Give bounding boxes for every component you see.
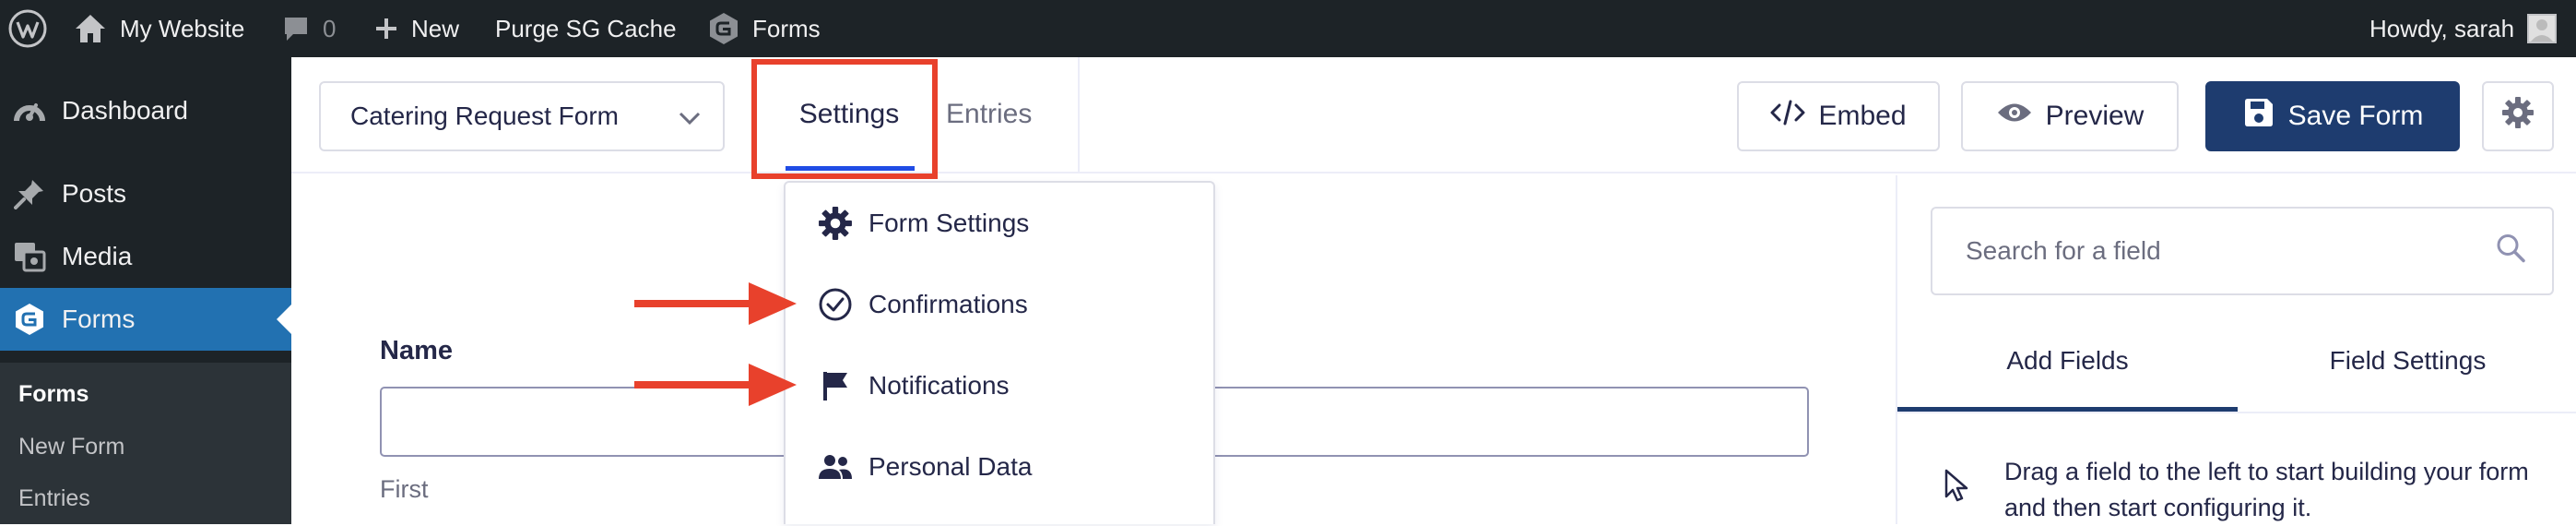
arrow-right-icon — [634, 364, 797, 406]
sidebar-item-posts[interactable]: Posts — [0, 162, 291, 225]
preview-button[interactable]: Preview — [1961, 81, 2179, 151]
tab-add-fields[interactable]: Add Fields — [1897, 310, 2238, 412]
menu-item-label: Personal Data — [869, 452, 1033, 481]
menu-item-confirmations[interactable]: Confirmations — [786, 264, 1213, 345]
menu-item-notifications[interactable]: Notifications — [786, 345, 1213, 426]
search-icon — [2495, 233, 2526, 270]
field-search-placeholder: Search for a field — [1966, 236, 2161, 265]
wordpress-logo-icon[interactable] — [7, 0, 48, 57]
tab-field-settings[interactable]: Field Settings — [2238, 310, 2576, 412]
dashboard-icon — [13, 94, 46, 127]
cursor-pointer-icon — [1944, 469, 1971, 507]
floppy-disk-icon — [2242, 96, 2275, 137]
eye-icon — [1996, 101, 2033, 132]
field-search-input[interactable]: Search for a field — [1931, 207, 2554, 295]
avatar — [2527, 14, 2558, 43]
forms-label: Forms — [752, 14, 821, 42]
submenu-item-forms[interactable]: Forms — [18, 381, 89, 408]
plus-icon — [374, 17, 398, 41]
submenu-item-new-form[interactable]: New Form — [18, 434, 124, 460]
form-selector[interactable]: Catering Request Form — [319, 81, 725, 151]
embed-button[interactable]: Embed — [1737, 81, 1940, 151]
form-editor-header: Catering Request Form Settings Entries E… — [291, 57, 2576, 173]
panel-divider — [1897, 412, 2576, 413]
forms-adminbar-link[interactable]: Forms — [708, 0, 821, 57]
preview-label: Preview — [2045, 101, 2145, 131]
embed-label: Embed — [1818, 101, 1907, 131]
arrow-right-icon — [634, 282, 797, 325]
drag-field-hint: Drag a field to the left to start buildi… — [2004, 458, 2529, 521]
sidebar-item-label: Media — [62, 242, 133, 270]
comment-icon — [282, 15, 310, 42]
flag-icon — [817, 367, 854, 404]
site-home-link[interactable]: My Website — [74, 0, 244, 57]
menu-item-label: Notifications — [869, 371, 1010, 400]
new-label: New — [411, 14, 460, 42]
new-content-link[interactable]: New — [374, 0, 459, 57]
first-name-sublabel: First — [380, 475, 429, 503]
purge-cache-link[interactable]: Purge SG Cache — [495, 0, 677, 57]
menu-item-label: Confirmations — [869, 290, 1028, 318]
settings-dropdown-menu: Form Settings Confirmations Notification… — [784, 181, 1215, 524]
media-icon — [13, 240, 46, 273]
name-field-label: Name — [380, 336, 453, 365]
comments-link[interactable]: 0 — [282, 0, 336, 57]
save-form-button[interactable]: Save Form — [2205, 81, 2460, 151]
forms-submenu: Forms New Form Entries — [0, 363, 291, 524]
admin-sidebar: Dashboard Posts Media Forms Forms New Fo… — [0, 57, 291, 524]
site-name: My Website — [120, 14, 245, 42]
sidebar-item-forms[interactable]: Forms — [0, 288, 291, 351]
pin-icon — [13, 177, 46, 210]
sidebar-item-label: Forms — [62, 305, 136, 333]
form-selector-value: Catering Request Form — [350, 102, 620, 130]
menu-item-form-settings[interactable]: Form Settings — [786, 183, 1213, 264]
home-icon — [74, 13, 107, 44]
gravity-forms-icon — [708, 12, 739, 45]
submenu-item-entries[interactable]: Entries — [18, 485, 90, 512]
check-circle-icon — [817, 286, 854, 323]
save-label: Save Form — [2287, 101, 2424, 131]
user-account-menu[interactable]: Howdy, sarah — [2369, 0, 2558, 57]
sidebar-item-label: Posts — [62, 179, 127, 208]
gravity-forms-icon — [13, 303, 46, 336]
sidebar-item-label: Dashboard — [62, 96, 188, 125]
greeting: Howdy, sarah — [2369, 14, 2515, 42]
menu-item-label: Form Settings — [869, 209, 1030, 237]
gear-icon — [817, 205, 854, 242]
field-panel: Search for a field Add Fields Field Sett… — [1896, 175, 2576, 524]
people-icon — [817, 448, 854, 485]
gear-icon — [2501, 96, 2535, 137]
sidebar-item-media[interactable]: Media — [0, 225, 291, 288]
purge-label: Purge SG Cache — [495, 14, 677, 42]
chevron-down-icon — [679, 102, 701, 131]
comments-count: 0 — [323, 14, 337, 42]
sidebar-item-dashboard[interactable]: Dashboard — [0, 79, 291, 142]
tab-entries[interactable]: Entries — [946, 57, 1032, 172]
settings-tab-highlight-box — [751, 59, 938, 179]
admin-bar: My Website 0 New Purge SG Cache Forms Ho… — [0, 0, 2576, 57]
header-divider — [1078, 57, 1080, 173]
menu-item-personal-data[interactable]: Personal Data — [786, 426, 1213, 508]
code-icon — [1770, 100, 1805, 133]
editor-settings-button[interactable] — [2482, 81, 2554, 151]
